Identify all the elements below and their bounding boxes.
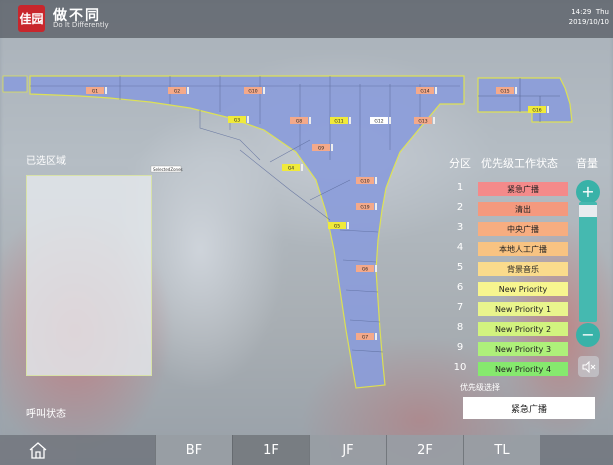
zone-tag-label: G10 bbox=[360, 178, 369, 184]
home-button[interactable] bbox=[0, 435, 76, 465]
priority-number: 7 bbox=[456, 302, 464, 313]
call-status-label: 呼叫状态 bbox=[26, 409, 66, 420]
floor-tab-1f[interactable]: 1F bbox=[232, 435, 309, 465]
zone-tag-label: G19 bbox=[360, 204, 369, 210]
speaker-mute-icon bbox=[582, 360, 595, 373]
priority-button-1[interactable]: 紧急广播 bbox=[478, 182, 568, 196]
zone-tag-g1[interactable]: G1 bbox=[86, 87, 107, 94]
selected-area-box[interactable] bbox=[26, 175, 152, 376]
zone-tag-g10[interactable]: G10 bbox=[244, 87, 265, 94]
zone-tag-g9[interactable]: G9 bbox=[312, 144, 333, 151]
priority-button-7[interactable]: New Priority 1 bbox=[478, 302, 568, 316]
zone-tag-g10[interactable]: G10 bbox=[356, 177, 377, 184]
priority-column-header: 优先级工作状态 bbox=[481, 157, 558, 170]
top-bar: 佳园 做不同 Do It Differently 14:29 Thu 2019/… bbox=[0, 0, 613, 38]
volume-slider-knob[interactable] bbox=[579, 205, 597, 218]
tooltip-text: SelectedZones bbox=[153, 167, 183, 172]
zone-tag-label: G10 bbox=[248, 88, 257, 94]
zone-tag-label: G14 bbox=[420, 88, 429, 94]
zone-tag-label: G7 bbox=[362, 334, 368, 340]
volume-down-button[interactable]: − bbox=[576, 323, 600, 347]
mute-button[interactable] bbox=[578, 356, 599, 377]
priority-number: 9 bbox=[456, 342, 464, 353]
selected-area-label: 已选区域 bbox=[26, 156, 66, 167]
priority-button-6[interactable]: New Priority bbox=[478, 282, 568, 296]
volume-slider[interactable] bbox=[579, 202, 597, 322]
zone-tag-label: G1 bbox=[92, 88, 98, 94]
priority-button-2[interactable]: 清出 bbox=[478, 202, 568, 216]
zone-column-header: 分区 bbox=[449, 157, 471, 170]
clock-date: 2019/10/10 bbox=[568, 18, 609, 26]
zone-tag-g12[interactable]: G12 bbox=[370, 117, 391, 124]
zone-tag-label: G6 bbox=[362, 266, 368, 272]
logo-seal: 佳园 bbox=[18, 5, 45, 32]
priority-button-3[interactable]: 中央广播 bbox=[478, 222, 568, 236]
zone-tag-g8[interactable]: G8 bbox=[290, 117, 311, 124]
priority-number: 8 bbox=[456, 322, 464, 333]
zone-tag-g7[interactable]: G7 bbox=[356, 333, 377, 340]
floor-tab-jf[interactable]: JF bbox=[309, 435, 386, 465]
clock-time: 14:29 bbox=[571, 8, 592, 16]
zone-tag-g14[interactable]: G14 bbox=[416, 87, 437, 94]
volume-up-button[interactable]: + bbox=[576, 180, 600, 204]
zone-tag-g16[interactable]: G16 bbox=[528, 106, 549, 113]
zone-tag-label: G15 bbox=[500, 88, 509, 94]
zone-tag-label: G16 bbox=[532, 107, 541, 113]
logo-subtitle: Do It Differently bbox=[53, 21, 109, 29]
clock: 14:29 Thu 2019/10/10 bbox=[569, 7, 609, 27]
zone-tag-label: G8 bbox=[296, 118, 302, 124]
zone-tag-g5[interactable]: G5 bbox=[328, 222, 349, 229]
priority-number: 3 bbox=[456, 222, 464, 233]
zone-tag-label: G9 bbox=[318, 145, 324, 151]
zone-tag-g2[interactable]: G2 bbox=[168, 87, 189, 94]
zone-tag-g19[interactable]: G19 bbox=[356, 203, 377, 210]
priority-button-10[interactable]: New Priority 4 bbox=[478, 362, 568, 376]
zone-tag-g13[interactable]: G13 bbox=[414, 117, 435, 124]
priority-button-9[interactable]: New Priority 3 bbox=[478, 342, 568, 356]
zone-tag-g6[interactable]: G6 bbox=[356, 265, 377, 272]
priority-button-4[interactable]: 本地人工广播 bbox=[478, 242, 568, 256]
zone-tag-label: G12 bbox=[374, 118, 383, 124]
zone-tag-g3[interactable]: G3 bbox=[228, 116, 249, 123]
zone-tag-label: G4 bbox=[288, 165, 294, 171]
zone-tag-g4[interactable]: G4 bbox=[282, 164, 303, 171]
priority-number: 10 bbox=[453, 362, 467, 373]
zone-tag-g11[interactable]: G11 bbox=[330, 117, 351, 124]
priority-number: 4 bbox=[456, 242, 464, 253]
annex-building bbox=[477, 77, 573, 123]
priority-select-label: 优先级选择 bbox=[460, 383, 500, 392]
priority-button-5[interactable]: 背景音乐 bbox=[478, 262, 568, 276]
zone-tag-label: G3 bbox=[234, 117, 240, 123]
home-icon bbox=[29, 442, 47, 459]
priority-number: 5 bbox=[456, 262, 464, 273]
priority-number: 2 bbox=[456, 202, 464, 213]
zone-tag-g15[interactable]: G15 bbox=[496, 87, 517, 94]
floor-tab-bf[interactable]: BF bbox=[155, 435, 232, 465]
floor-tab-tl[interactable]: TL bbox=[463, 435, 540, 465]
zone-tag-label: G5 bbox=[334, 223, 340, 229]
clock-weekday: Thu bbox=[595, 8, 609, 16]
zone-tag-label: G2 bbox=[174, 88, 180, 94]
zone-tag-label: G13 bbox=[418, 118, 427, 124]
west-stub bbox=[2, 75, 28, 93]
priority-number: 6 bbox=[456, 282, 464, 293]
zone-tag-label: G11 bbox=[334, 118, 343, 124]
priority-button-8[interactable]: New Priority 2 bbox=[478, 322, 568, 336]
volume-column-header: 音量 bbox=[576, 157, 598, 170]
floor-tab-2f[interactable]: 2F bbox=[386, 435, 463, 465]
priority-number: 1 bbox=[456, 182, 464, 193]
priority-select[interactable]: 紧急广播 bbox=[463, 397, 595, 419]
